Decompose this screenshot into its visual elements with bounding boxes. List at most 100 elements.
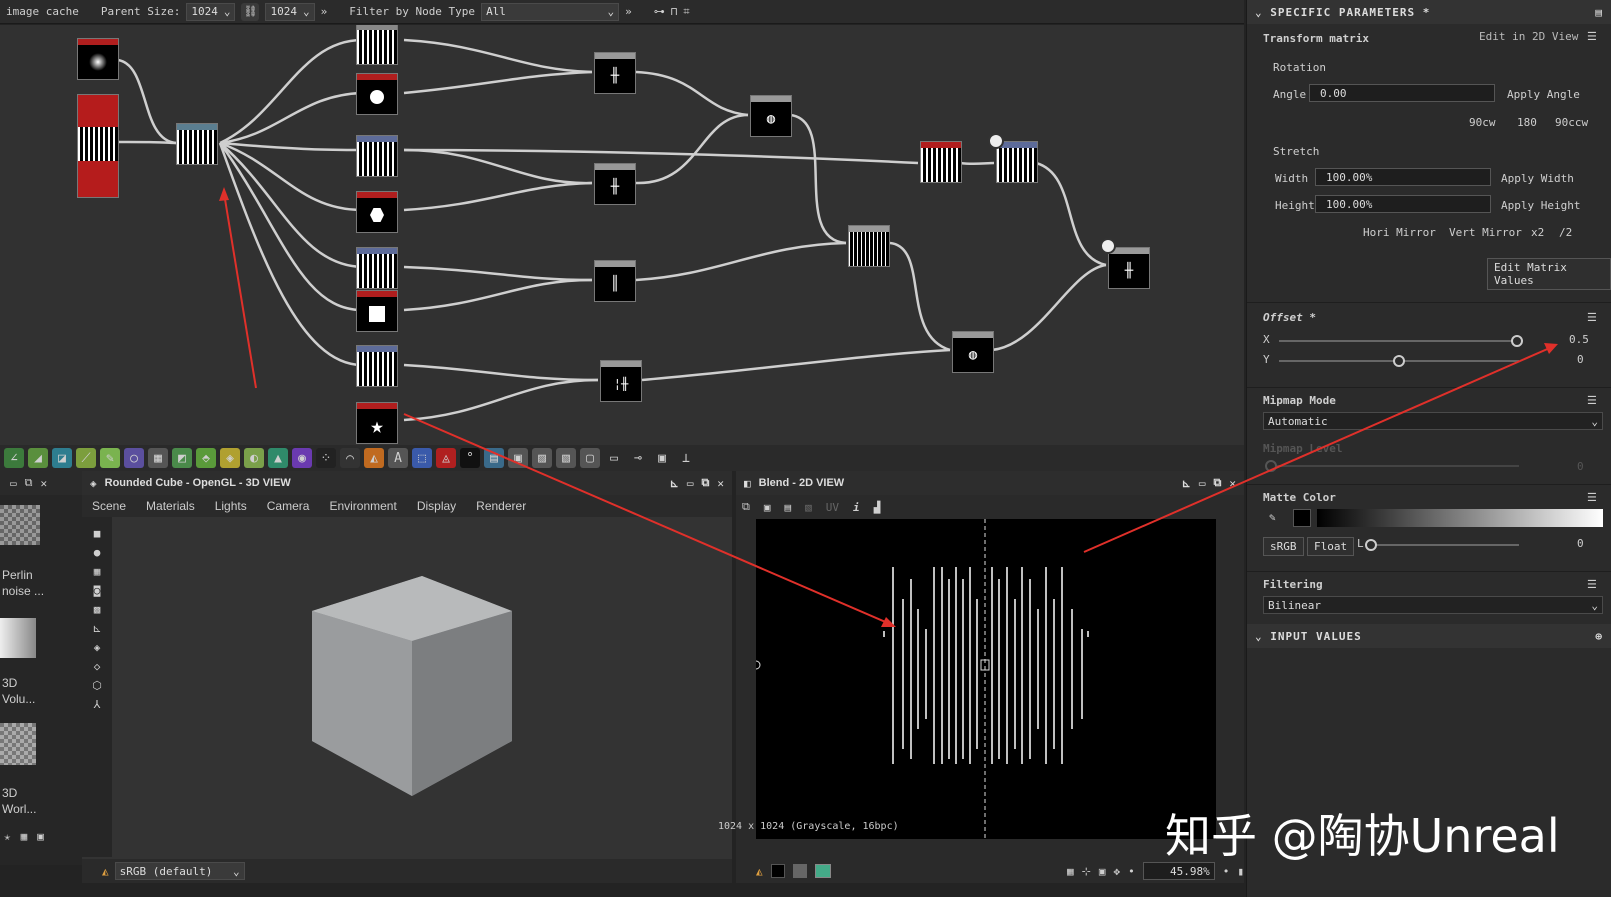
lock-icon[interactable]: ▮ — [1237, 865, 1244, 878]
offset-y-knob[interactable] — [1393, 355, 1405, 367]
curve-icon[interactable]: ∠ — [4, 448, 24, 468]
menu-icon[interactable]: ☰ — [1587, 311, 1597, 324]
pan-icon[interactable]: ✥ — [1114, 865, 1121, 878]
clipboard-icon[interactable]: ▤ — [784, 501, 791, 514]
zoom-in-icon[interactable]: • — [1223, 865, 1230, 878]
environment-icon[interactable]: ▦ — [94, 565, 101, 578]
node-graph[interactable]: ★ ╫ ╫ ║ ¦╫ ◍ ◍ ╫ — [0, 25, 1244, 445]
text-icon[interactable]: A — [388, 448, 408, 468]
histogram-icon[interactable]: ▟ — [874, 501, 881, 514]
library-item-perlin[interactable] — [0, 505, 40, 545]
frame-tool-icon[interactable]: ⊸ — [628, 448, 648, 468]
axes-icon[interactable]: ⊾ — [92, 622, 101, 635]
maximize-icon[interactable]: ⧉ — [25, 476, 33, 490]
pin-tool-icon[interactable]: ▣ — [652, 448, 672, 468]
apply-angle-button[interactable]: Apply Angle — [1507, 88, 1580, 101]
cube-mode-icon[interactable]: ◈ — [94, 641, 101, 654]
filtering-dropdown[interactable]: Bilinear ⌄ — [1263, 596, 1603, 614]
link-icon[interactable]: ⛓ — [241, 2, 260, 21]
circle-icon[interactable]: ○ — [124, 448, 144, 468]
grid-icon[interactable]: ▦ — [21, 830, 28, 843]
apply-width-button[interactable]: Apply Width — [1501, 172, 1574, 185]
uv-toggle[interactable]: UV — [826, 501, 839, 514]
fit-icon[interactable]: ⊹ — [1082, 865, 1091, 878]
matte-l-value[interactable]: 0 — [1577, 537, 1584, 550]
restore-icon[interactable]: ▭ — [1199, 477, 1206, 490]
info-icon[interactable]: i — [853, 501, 860, 514]
offset-x-track[interactable] — [1279, 340, 1519, 342]
pin-icon[interactable]: ⊾ — [670, 477, 679, 490]
mask-icon[interactable]: ◐ — [244, 448, 264, 468]
menu-icon[interactable]: ☰ — [1587, 30, 1597, 43]
float-button[interactable]: Float — [1307, 537, 1355, 556]
distribute-icon[interactable]: ⊓ — [671, 5, 678, 18]
sharpen-icon[interactable]: ◭ — [364, 448, 384, 468]
color-bg-icon[interactable] — [814, 864, 831, 878]
menu-environment[interactable]: Environment — [329, 499, 396, 513]
srgb-button[interactable]: sRGB — [1263, 537, 1304, 556]
layers-icon[interactable]: ◭ — [756, 865, 763, 878]
copy-icon[interactable]: ⧉ — [742, 500, 750, 514]
fx-icon[interactable]: ◈ — [220, 448, 240, 468]
close-icon[interactable]: ✕ — [717, 477, 724, 490]
node-icon-2[interactable]: ▣ — [508, 448, 528, 468]
camera-icon[interactable]: ■ — [94, 527, 101, 540]
matte-l-track[interactable] — [1369, 544, 1519, 546]
blend-icon[interactable]: ◩ — [172, 448, 192, 468]
offset-y-value[interactable]: 0 — [1577, 353, 1584, 366]
levels-icon[interactable]: ◢ — [28, 448, 48, 468]
node-icon-4[interactable]: ▧ — [556, 448, 576, 468]
offset-x-knob[interactable] — [1511, 335, 1523, 347]
grid-icon[interactable]: ⌗ — [683, 5, 689, 19]
checker-bg-icon[interactable] — [792, 864, 807, 878]
close-icon[interactable]: ✕ — [1229, 477, 1236, 490]
menu-renderer[interactable]: Renderer — [476, 499, 526, 513]
view2d-canvas[interactable] — [756, 519, 1216, 839]
angle-field[interactable]: 0.00 — [1309, 84, 1495, 102]
menu-icon[interactable]: ☰ — [1587, 491, 1597, 504]
zoom-out-icon[interactable]: • — [1128, 865, 1135, 878]
menu-camera[interactable]: Camera — [267, 499, 310, 513]
node-icon-3[interactable]: ▨ — [532, 448, 552, 468]
menu-scene[interactable]: Scene — [92, 499, 126, 513]
matte-l-knob[interactable] — [1365, 539, 1377, 551]
library-item-volume[interactable] — [0, 618, 36, 658]
document-icon[interactable]: ▤ — [1595, 6, 1603, 19]
parent-size-dropdown[interactable]: 1024 ⌄ — [186, 2, 236, 21]
maximize-icon[interactable]: ⧉ — [702, 476, 710, 490]
node-icon-1[interactable]: ▤ — [484, 448, 504, 468]
hori-mirror-button[interactable]: Hori Mirror — [1363, 226, 1436, 239]
maximize-icon[interactable]: ⧉ — [1214, 476, 1222, 490]
color-wheel-icon[interactable]: ◉ — [292, 448, 312, 468]
mipmap-mode-dropdown[interactable]: Automatic ⌄ — [1263, 412, 1603, 430]
comment-tool-icon[interactable]: ▭ — [604, 448, 624, 468]
save-icon[interactable]: ▣ — [764, 501, 771, 514]
plane-icon[interactable]: ⬡ — [92, 679, 102, 692]
matte-gradient[interactable] — [1317, 509, 1603, 527]
eyedropper-icon[interactable]: ✎ — [1269, 511, 1276, 524]
width-field[interactable]: 100.00% — [1315, 168, 1491, 186]
expand-icon[interactable]: » — [321, 5, 328, 18]
black-bg-icon[interactable] — [770, 864, 785, 878]
noise-icon[interactable]: ⁘ — [316, 448, 336, 468]
add-icon[interactable]: ⊕ — [1595, 630, 1603, 643]
library-item-worley[interactable] — [0, 723, 36, 765]
transform-icon[interactable]: ⬚ — [412, 448, 432, 468]
light-icon[interactable]: ● — [94, 546, 101, 559]
emboss-icon[interactable]: ⬘ — [196, 448, 216, 468]
warp-icon[interactable]: ◪ — [52, 448, 72, 468]
layers-icon[interactable]: ◭ — [102, 865, 109, 878]
restore-icon[interactable]: ▭ — [10, 477, 17, 490]
node-icon-5[interactable]: ▢ — [580, 448, 600, 468]
size-dropdown[interactable]: 1024 ⌄ — [265, 2, 315, 21]
close-icon[interactable]: ✕ — [40, 477, 47, 490]
matte-swatch[interactable] — [1293, 509, 1311, 527]
frame-icon[interactable]: ▣ — [37, 830, 44, 843]
axis-icon[interactable]: ⅄ — [94, 698, 101, 711]
screenshot-icon[interactable]: ◙ — [94, 584, 101, 597]
input-values-header[interactable]: ⌄ INPUT VALUES ⊕ — [1247, 624, 1611, 648]
wire-icon[interactable]: ◇ — [94, 660, 101, 673]
edit-icon[interactable]: ✎ — [100, 448, 120, 468]
menu-display[interactable]: Display — [417, 499, 456, 513]
colorspace-dropdown[interactable]: sRGB (default) ⌄ — [114, 862, 245, 880]
